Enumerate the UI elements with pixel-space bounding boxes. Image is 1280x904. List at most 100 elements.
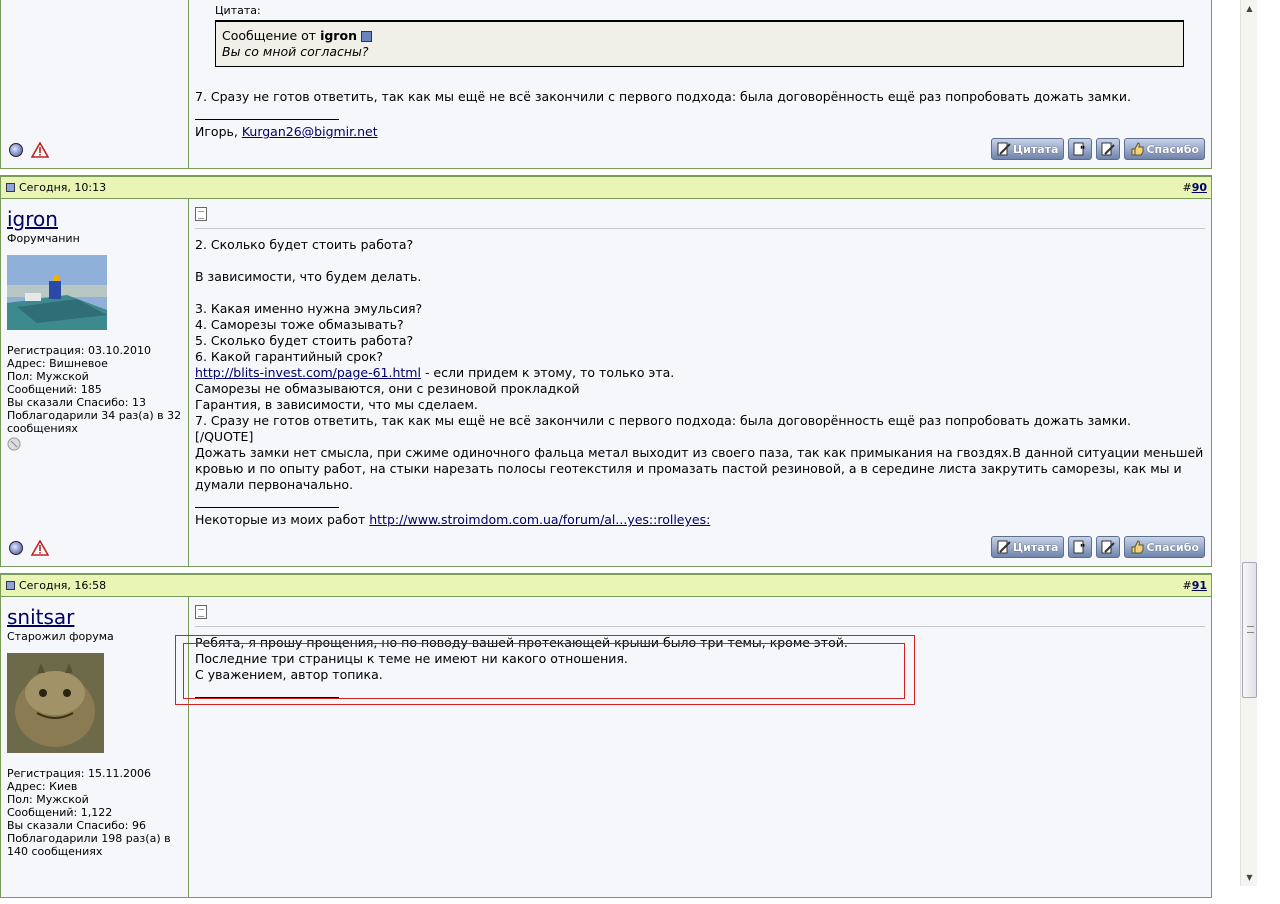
- post-number: #90: [1182, 181, 1207, 194]
- user-address: Адрес: Вишневое: [7, 357, 108, 370]
- user-gender: Пол: Мужской: [7, 793, 89, 806]
- message-paragraph: Дожать замки нет смысла, при сжиме одино…: [195, 445, 1204, 492]
- multi-quote-button[interactable]: ": [1068, 138, 1093, 160]
- message-line: [/QUOTE]: [195, 429, 254, 444]
- message-line: Последние три страницы к теме не имеют н…: [195, 651, 628, 666]
- edit-icon: [1101, 540, 1116, 554]
- quote-from-prefix: Сообщение от: [222, 28, 317, 43]
- scroll-up-arrow-icon[interactable]: ▲: [1241, 0, 1258, 17]
- quote-button[interactable]: Цитата: [990, 138, 1065, 160]
- report-icon[interactable]: [31, 540, 49, 556]
- thanks-button[interactable]: Спасибо: [1124, 536, 1205, 558]
- post-number-prefix: #: [1182, 579, 1192, 592]
- message-line: Ребята, я прошу прощения, но по поводу в…: [195, 635, 848, 650]
- signature-email-link[interactable]: Kurgan26@bigmir.net: [242, 124, 378, 139]
- signature-divider: [195, 697, 339, 698]
- view-post-arrow-icon[interactable]: [360, 31, 372, 42]
- user-thanks-received: Поблагодарили 34 раз(а) в 32 сообщениях: [7, 409, 182, 435]
- quote-button[interactable]: Цитата: [990, 536, 1065, 558]
- user-registration: Регистрация: 15.11.2006: [7, 767, 151, 780]
- user-column: snitsar Старожил форума Регистрация: 15.…: [1, 597, 189, 897]
- user-info: Регистрация: 15.11.2006 Адрес: Киев Пол:…: [7, 767, 182, 858]
- post-icon: [195, 605, 207, 619]
- post-number-link[interactable]: 90: [1192, 181, 1207, 194]
- message-line: 3. Какая именно нужна эмульсия?: [195, 301, 423, 316]
- online-status-icon: [9, 143, 23, 157]
- post-number-prefix: #: [1182, 181, 1192, 194]
- quote-pencil-icon: [997, 540, 1011, 554]
- message-line: 2. Сколько будет стоить работа?: [195, 237, 414, 252]
- user-thanks-received: Поблагодарили 198 раз(а) в 140 сообщения…: [7, 832, 171, 858]
- signature-text: Игорь,: [195, 124, 238, 139]
- user-gender: Пол: Мужской: [7, 370, 89, 383]
- multi-quote-icon: ": [1073, 540, 1086, 554]
- scroll-thumb[interactable]: [1242, 562, 1257, 698]
- user-title: Форумчанин: [7, 232, 80, 245]
- thanks-button-label: Спасибо: [1146, 142, 1199, 156]
- svg-text:": ": [1080, 145, 1085, 156]
- signature-link[interactable]: http://www.stroimdom.com.ua/forum/al...y…: [369, 512, 710, 527]
- quote-from: Сообщение от igron: [222, 28, 1177, 44]
- user-avatar[interactable]: [7, 255, 107, 330]
- user-thanked: Вы сказали Спасибо: 13: [7, 396, 146, 409]
- message-link-suffix: - если придем к этому, то только эта.: [420, 365, 675, 380]
- user-address: Адрес: Киев: [7, 780, 78, 793]
- thumbs-up-icon: [1131, 540, 1144, 554]
- post-date-text: Сегодня, 16:58: [19, 579, 107, 592]
- post-number: #91: [1182, 579, 1207, 592]
- edit-icon: [1101, 142, 1116, 156]
- user-column: [1, 0, 189, 168]
- signature-text: Некоторые из моих работ: [195, 512, 366, 527]
- forum-thread: Цитата: Сообщение от igron Вы со мной со…: [0, 0, 1212, 904]
- message-blank: [195, 285, 1205, 301]
- post-status-icon: [6, 183, 15, 192]
- username-link[interactable]: igron: [7, 207, 58, 231]
- svg-text:": ": [1080, 543, 1085, 554]
- signature: Некоторые из моих работ http://www.stroi…: [195, 512, 1205, 527]
- quote-button-label: Цитата: [1012, 142, 1059, 156]
- thumbs-up-icon: [1131, 142, 1144, 156]
- post-content: 2. Сколько будет стоить работа? В зависи…: [189, 199, 1211, 566]
- message-blank: [195, 253, 1205, 269]
- user-avatar[interactable]: [7, 653, 104, 753]
- message-line: С уважением, автор топика.: [195, 667, 383, 682]
- message-line: 6. Какой гарантийный срок?: [195, 349, 384, 364]
- username-link[interactable]: snitsar: [7, 605, 74, 629]
- user-column: igron Форумчанин Регистрация: 03.10.2010…: [1, 199, 189, 566]
- user-post-count: Сообщений: 185: [7, 383, 102, 396]
- post-90: Сегодня, 10:13 #90 igron Форумчанин Реги…: [0, 175, 1212, 567]
- post-buttons: Цитата " Спасибо: [990, 536, 1205, 558]
- post-89: Цитата: Сообщение от igron Вы со мной со…: [0, 0, 1212, 169]
- quote-box: Сообщение от igron Вы со мной согласны?: [215, 20, 1184, 67]
- quote-text: Вы со мной согласны?: [222, 44, 369, 59]
- thanks-button[interactable]: Спасибо: [1124, 138, 1205, 160]
- reputation-icon: [7, 437, 21, 451]
- post-header: Сегодня, 16:58 #91: [1, 575, 1211, 597]
- post-number-link[interactable]: 91: [1192, 579, 1207, 592]
- post-date-text: Сегодня, 10:13: [19, 181, 107, 194]
- signature: Игорь, Kurgan26@bigmir.net: [195, 124, 1205, 139]
- quote-button-label: Цитата: [1012, 540, 1059, 554]
- window-gutter: [1257, 0, 1280, 886]
- scroll-grip-icon: [1247, 626, 1254, 633]
- multi-quote-icon: ": [1073, 142, 1086, 156]
- vertical-scrollbar[interactable]: ▲ ▼: [1240, 0, 1257, 886]
- scroll-down-arrow-icon[interactable]: ▼: [1241, 869, 1258, 886]
- post-message: 7. Сразу не готов ответить, так как мы е…: [195, 89, 1131, 104]
- quick-reply-button[interactable]: [1096, 536, 1121, 558]
- message-link[interactable]: http://blits-invest.com/page-61.html: [195, 365, 421, 380]
- message-link-line: http://blits-invest.com/page-61.html - е…: [195, 365, 1205, 381]
- quick-reply-button[interactable]: [1096, 138, 1121, 160]
- post-status-icon: [6, 581, 15, 590]
- online-status-icon: [9, 541, 23, 555]
- post-message: Ребята, я прошу прощения, но по поводу в…: [195, 635, 1205, 683]
- post-date: Сегодня, 10:13: [6, 181, 106, 194]
- message-line: В зависимости, что будем делать.: [195, 269, 422, 284]
- message-line: 4. Саморезы тоже обмазывать?: [195, 317, 404, 332]
- message-line: Гарантия, в зависимости, что мы сделаем.: [195, 397, 478, 412]
- multi-quote-button[interactable]: ": [1068, 536, 1093, 558]
- message-line: 5. Сколько будет стоить работа?: [195, 333, 414, 348]
- post-icon: [195, 207, 207, 221]
- user-registration: Регистрация: 03.10.2010: [7, 344, 151, 357]
- report-icon[interactable]: [31, 142, 49, 158]
